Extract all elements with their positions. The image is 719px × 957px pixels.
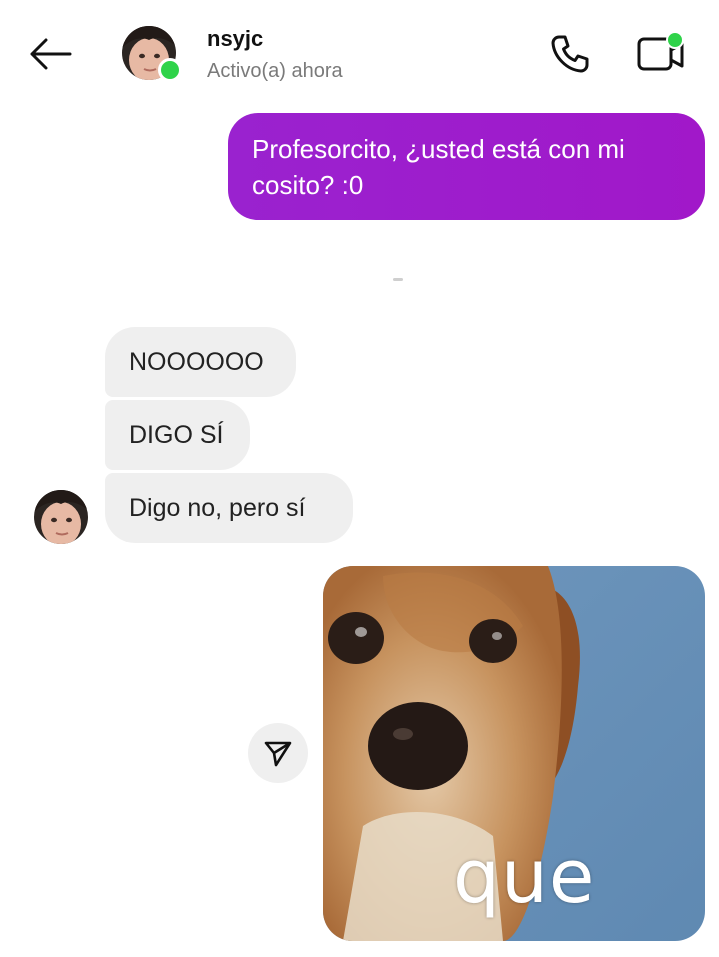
back-button[interactable] (22, 32, 78, 76)
message-text: Digo no, pero sí (129, 494, 306, 522)
image-caption: que (453, 834, 596, 920)
sender-avatar[interactable] (34, 490, 88, 544)
online-indicator (158, 58, 182, 82)
phone-icon (551, 35, 589, 73)
message-text: DIGO SÍ (129, 421, 224, 449)
divider (393, 278, 403, 281)
contact-status: Activo(a) ahora (207, 60, 343, 82)
video-camera-icon (637, 31, 684, 71)
contact-username[interactable]: nsyjc (207, 26, 263, 52)
received-message[interactable]: DIGO SÍ (105, 400, 250, 470)
share-button[interactable] (248, 723, 308, 783)
sent-message[interactable]: Profesorcito, ¿usted está con mi cosito?… (228, 113, 705, 220)
image-message[interactable]: que (323, 566, 705, 941)
received-message[interactable]: NOOOOOO (105, 327, 296, 397)
video-call-button[interactable] (630, 30, 686, 78)
arrow-left-icon (30, 38, 72, 70)
voice-call-button[interactable] (544, 30, 596, 78)
received-message[interactable]: Digo no, pero sí (105, 473, 353, 543)
message-text: NOOOOOO (129, 348, 264, 376)
paper-plane-icon (264, 741, 292, 767)
contact-avatar[interactable] (122, 26, 182, 82)
